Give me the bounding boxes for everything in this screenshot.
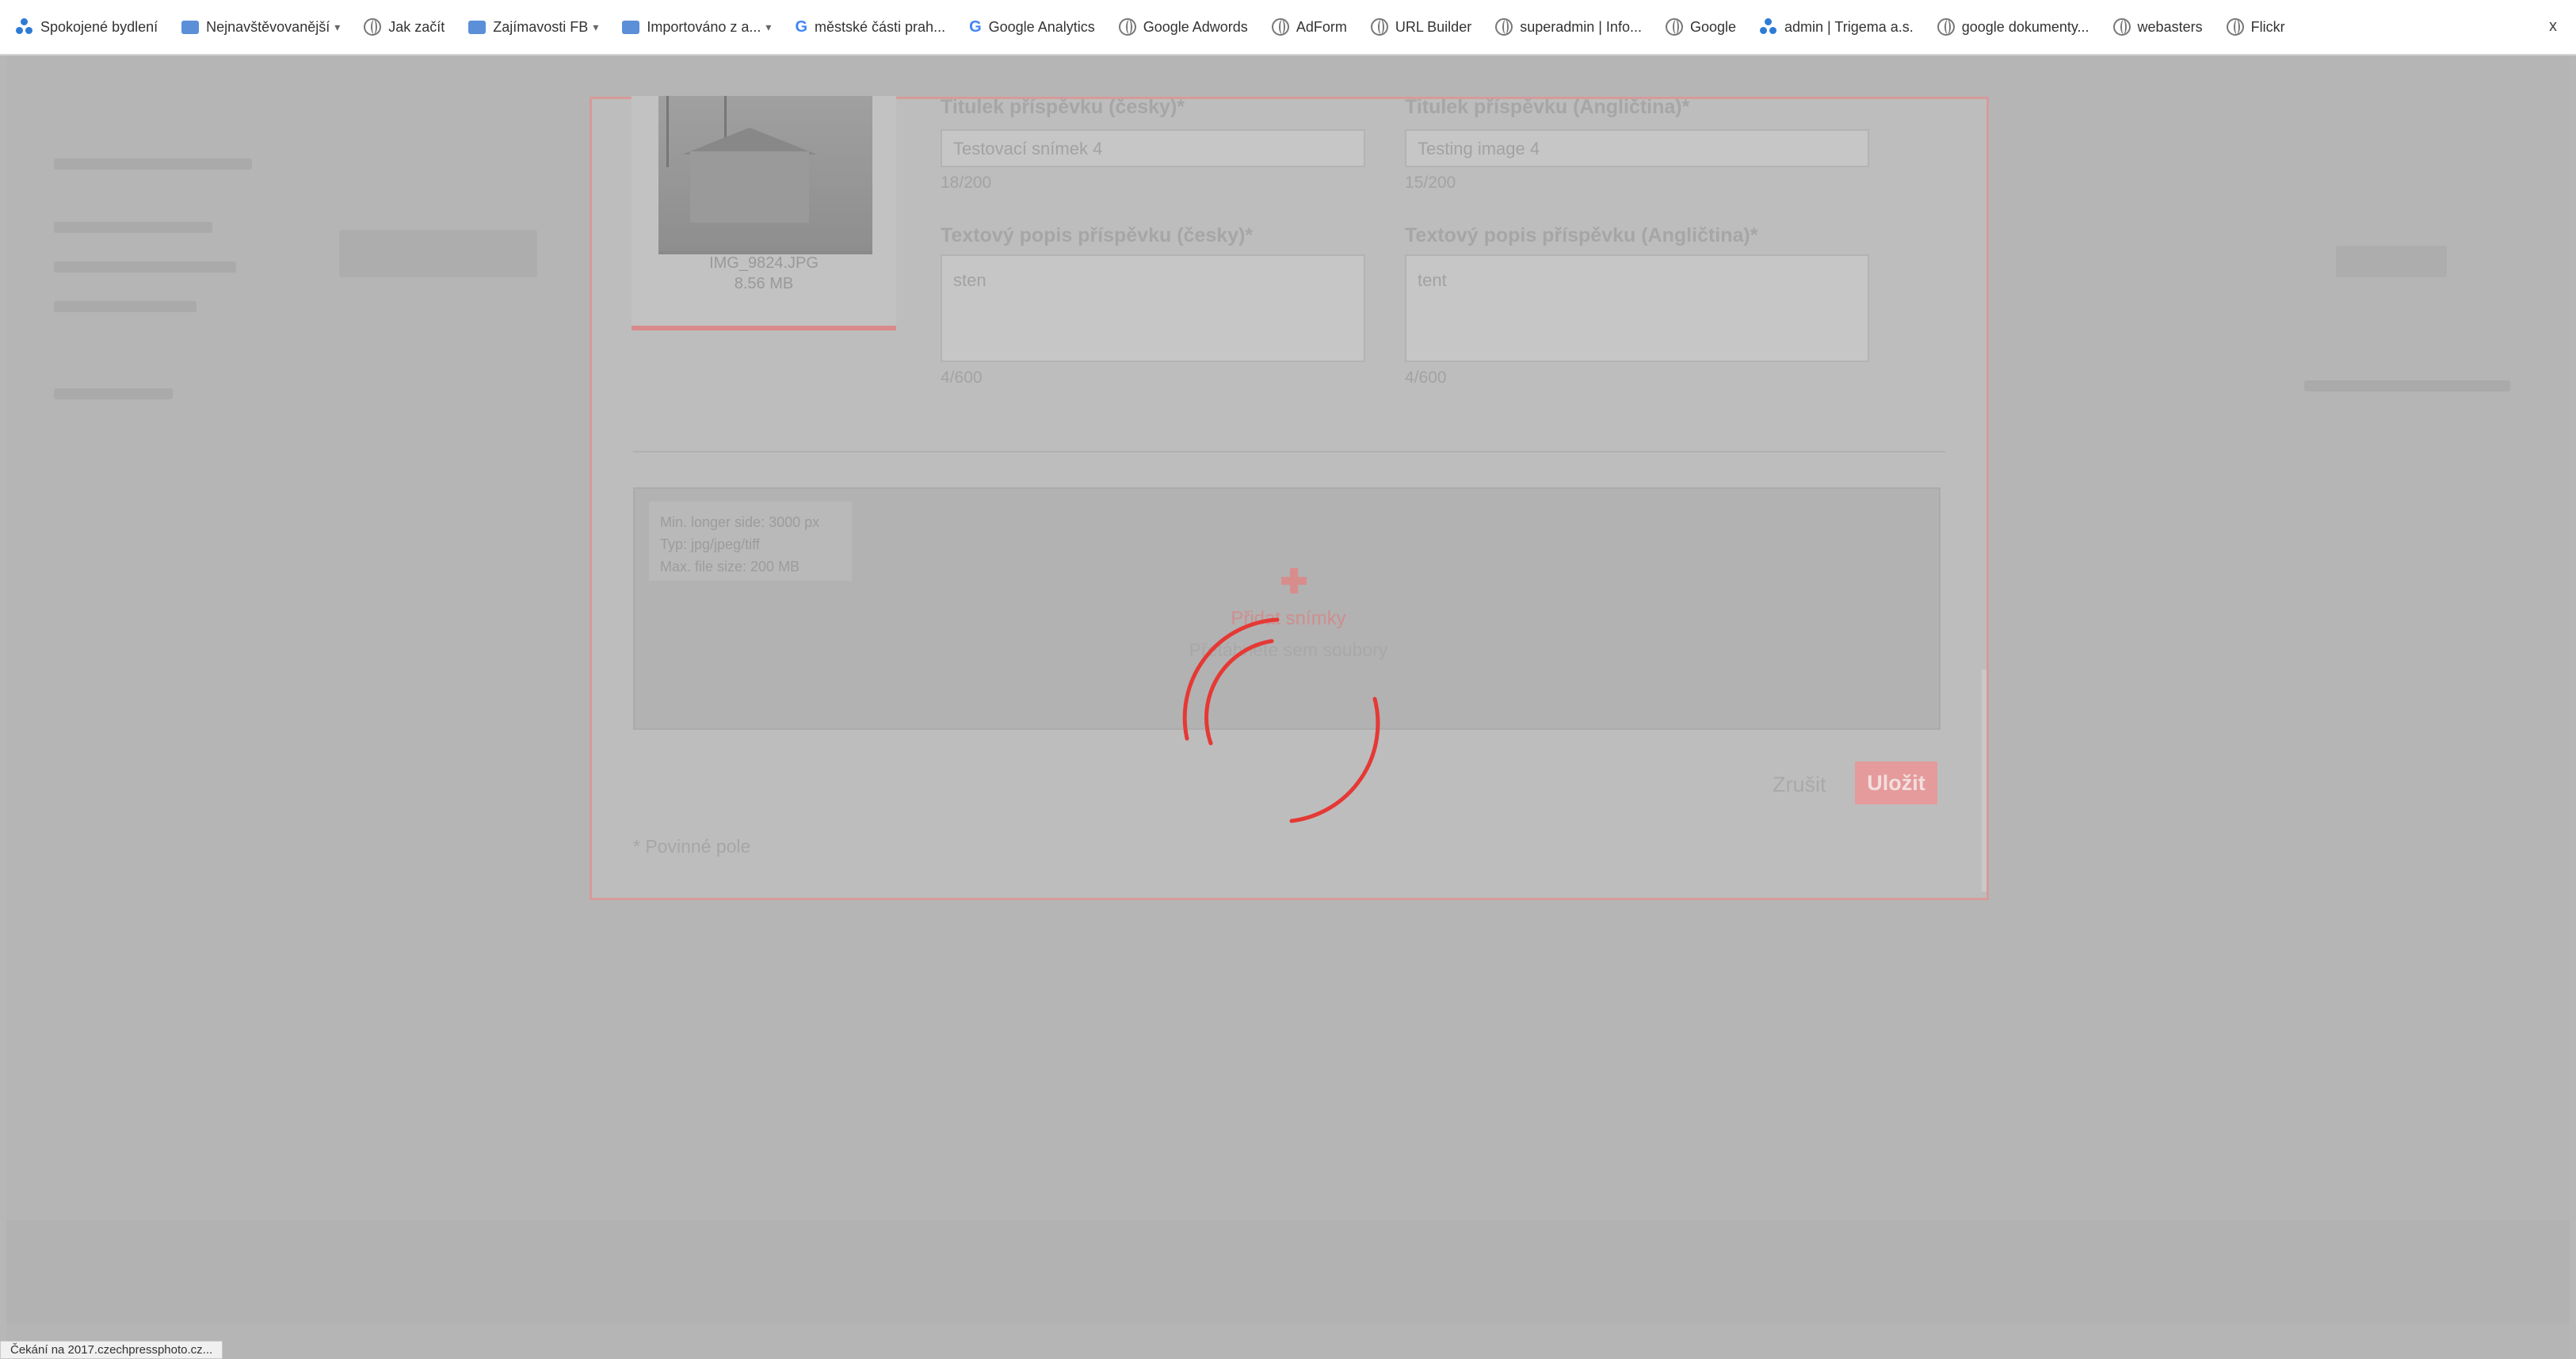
ghost-line [54, 301, 197, 312]
folder-icon [622, 20, 640, 34]
chevron-down-icon: ▾ [593, 20, 599, 33]
thumbnail-filename: IMG_9824.JPG [709, 254, 819, 272]
folder-icon [181, 20, 200, 34]
plus-icon [1278, 565, 1310, 597]
desc-en-textarea[interactable]: tent [1405, 254, 1869, 362]
bookmarks-bar: Spokojené bydlení Nejnavštěvovanější ▾ J… [0, 0, 2576, 55]
desc-cz-label: Textový popis příspěvku (česky)* [941, 224, 1254, 246]
bookmark-folder-nejnavstevovanejsi[interactable]: Nejnavštěvovanější ▾ [181, 19, 340, 36]
bookmark-jak-zacit[interactable]: Jak začít [364, 18, 445, 36]
save-button[interactable]: Uložit [1855, 762, 1937, 804]
photo-thumbnail [658, 96, 872, 254]
globe-icon [2226, 18, 2244, 36]
bookmark-webasters[interactable]: webasters [2112, 18, 2203, 36]
ghost-line [54, 261, 236, 273]
requirement-max-size: Max. file size: 200 MB [660, 559, 800, 575]
chevron-down-icon: ▾ [765, 20, 772, 33]
title-en-label: Titulek příspěvku (Angličtina)* [1405, 96, 1690, 118]
bookmark-label: městské části prah... [815, 18, 946, 35]
desc-en-label: Textový popis příspěvku (Angličtina)* [1405, 224, 1758, 246]
bookmark-folder-importovano[interactable]: Importováno z a... ▾ [622, 19, 771, 36]
globe-icon [1665, 18, 1683, 36]
ghost-line [54, 222, 212, 233]
bookmark-google[interactable]: Google [1665, 18, 1737, 36]
upload-requirements: Min. longer side: 3000 px Typ: jpg/jpeg/… [649, 502, 852, 581]
divider [633, 451, 1945, 452]
cancel-button[interactable]: Zrušit [1773, 773, 1826, 797]
browser-status-bar: Čekání na 2017.czechpressphoto.cz... [0, 1341, 223, 1359]
bookmark-label: Zajímavosti FB [493, 18, 589, 35]
globe-icon [2112, 18, 2131, 36]
bookmark-label: Spokojené bydlení [40, 18, 158, 35]
bookmark-label: Flickr [2250, 18, 2285, 35]
bookmark-label: AdForm [1296, 18, 1347, 35]
google-icon: G [969, 17, 982, 36]
bookmark-url-builder[interactable]: URL Builder [1370, 18, 1472, 36]
globe-icon [1370, 18, 1388, 36]
globe-icon [1118, 18, 1136, 36]
globe-icon [1271, 18, 1289, 36]
bookmark-adform[interactable]: AdForm [1271, 18, 1347, 36]
globe-icon [1495, 18, 1513, 36]
google-icon: G [795, 17, 808, 36]
ghost-line [54, 388, 173, 399]
ghost-line [2304, 380, 2510, 391]
bookmark-label: Nejnavštěvovanější [206, 18, 330, 35]
chevron-down-icon: ▾ [334, 20, 341, 33]
bookmark-label: URL Builder [1395, 18, 1472, 35]
title-cz-counter: 18/200 [941, 174, 992, 192]
ghost-block [339, 230, 537, 277]
dimmed-footer [6, 1220, 2570, 1323]
title-cz-input[interactable]: Testovací snímek 4 [941, 129, 1365, 167]
title-en-counter: 15/200 [1405, 174, 1456, 192]
ghost-block [2336, 246, 2447, 277]
bookmark-label: Google Analytics [988, 18, 1095, 35]
thumbnail-filesize: 8.56 MB [734, 275, 794, 292]
requirement-type: Typ: jpg/jpeg/tiff [660, 536, 760, 552]
bookmark-label: Importováno z a... [647, 18, 761, 35]
bookmark-google-dokumenty[interactable]: google dokumenty... [1937, 18, 2089, 36]
bookmark-label: Google Adwords [1143, 18, 1248, 35]
ghost-line [54, 158, 252, 170]
bookmark-label: superadmin | Info... [1520, 18, 1642, 35]
requirement-min-side: Min. longer side: 3000 px [660, 514, 820, 530]
trigema-icon [16, 18, 33, 36]
folder-icon [468, 20, 487, 34]
bookmark-google-analytics[interactable]: G Google Analytics [969, 18, 1095, 36]
photo-thumbnail-card[interactable]: IMG_9824.JPG 8.56 MB [632, 96, 896, 330]
bookmark-google-adwords[interactable]: Google Adwords [1118, 18, 1248, 36]
bookmark-label: Google [1689, 18, 1737, 35]
title-en-input[interactable]: Testing image 4 [1405, 129, 1869, 167]
required-fields-note: * Povinné pole [633, 836, 751, 857]
bookmark-spokojene-bydleni[interactable]: Spokojené bydlení [16, 18, 158, 36]
bookmark-label: Jak začít [388, 18, 445, 35]
globe-icon [364, 18, 382, 36]
modal-scrollbar[interactable] [1982, 670, 1986, 891]
bookmark-mestske-casti[interactable]: G městské části prah... [795, 18, 945, 36]
desc-cz-counter: 4/600 [941, 368, 983, 387]
bookmark-label: google dokumenty... [1961, 18, 2089, 35]
desc-en-counter: 4/600 [1405, 368, 1447, 387]
title-cz-label: Titulek příspěvku (česky)* [941, 96, 1185, 118]
bookmark-admin-trigema[interactable]: admin | Trigema a.s. [1760, 18, 1914, 36]
bookmark-label: webasters [2137, 18, 2203, 35]
close-icon[interactable]: x [2549, 17, 2557, 36]
bookmark-superadmin[interactable]: superadmin | Info... [1495, 18, 1642, 36]
globe-icon [1937, 18, 1955, 36]
desc-cz-textarea[interactable]: sten [941, 254, 1365, 362]
bookmark-label: admin | Trigema a.s. [1784, 18, 1914, 35]
bookmark-flickr[interactable]: Flickr [2226, 18, 2285, 36]
trigema-icon [1760, 18, 1777, 36]
bookmark-folder-zajimavosti-fb[interactable]: Zajímavosti FB ▾ [468, 19, 598, 36]
loading-spinner-icon [1182, 617, 1380, 823]
